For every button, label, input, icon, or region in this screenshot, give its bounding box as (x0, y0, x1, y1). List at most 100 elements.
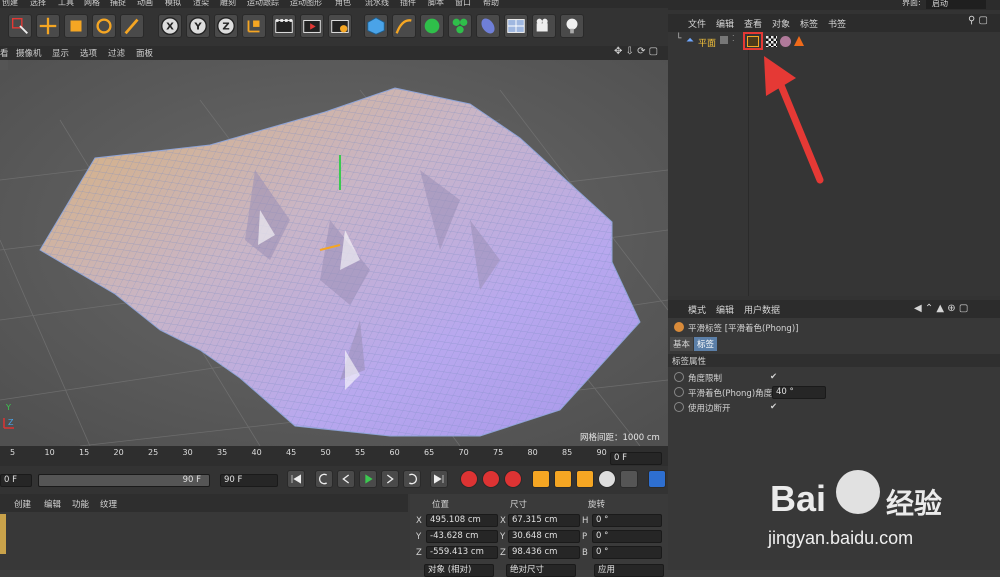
menu-plugins[interactable]: 插件 (400, 0, 416, 8)
menu-simulate[interactable]: 模拟 (165, 0, 181, 8)
record-pla-icon[interactable] (620, 470, 638, 488)
size-mode-dropdown[interactable]: 绝对尺寸 (506, 564, 576, 577)
coordinate-system-icon[interactable] (242, 14, 266, 38)
tab-basic[interactable]: 基本 (670, 337, 694, 351)
am-menu-userdata[interactable]: 用户数据 (744, 303, 780, 316)
vp-menu-cameras[interactable]: 摄像机 (16, 47, 42, 59)
object-name[interactable]: 平面 (698, 36, 716, 49)
record-icon[interactable] (460, 470, 478, 488)
rotation-field[interactable]: 0 ° (592, 514, 662, 527)
keyframe-selection-icon[interactable] (504, 470, 522, 488)
move-icon[interactable] (36, 14, 60, 38)
goto-start-icon[interactable] (287, 470, 305, 488)
property-anim-dot-icon[interactable] (674, 372, 684, 382)
record-parameter-icon[interactable] (598, 470, 616, 488)
end-frame-field[interactable]: 90 F (220, 474, 278, 487)
material-swatch[interactable] (0, 514, 6, 554)
menu-window[interactable]: 窗口 (455, 0, 471, 8)
menu-snap[interactable]: 捕捉 (110, 0, 126, 8)
vp-menu-filter[interactable]: 过滤 (108, 47, 125, 59)
cube-icon[interactable] (364, 14, 388, 38)
rotation-field[interactable]: 0 ° (592, 530, 662, 543)
pen-spline-icon[interactable] (392, 14, 416, 38)
menu-script[interactable]: 脚本 (428, 0, 444, 8)
size-field[interactable]: 30.648 cm (508, 530, 580, 543)
om-menu-tags[interactable]: 标签 (800, 17, 818, 30)
z-axis-icon[interactable]: Z (214, 14, 238, 38)
start-frame-field[interactable]: 0 F (0, 474, 32, 487)
menu-select[interactable]: 选择 (30, 0, 46, 8)
phong-tag-icon[interactable] (747, 36, 759, 47)
floor-icon[interactable] (504, 14, 528, 38)
checker-tag-icon[interactable] (766, 36, 777, 47)
menu-character[interactable]: 角色 (335, 0, 351, 8)
apply-button[interactable]: 应用 (594, 564, 664, 577)
light-icon[interactable] (560, 14, 584, 38)
menu-pipeline[interactable]: 流水线 (365, 0, 389, 8)
menu-mograph[interactable]: 运动图形 (290, 0, 322, 8)
scale-icon[interactable] (64, 14, 88, 38)
position-field[interactable]: -43.628 cm (426, 530, 498, 543)
om-menu-edit[interactable]: 编辑 (716, 17, 734, 30)
rotation-field[interactable]: 0 ° (592, 546, 662, 559)
mat-menu-create[interactable]: 创建 (14, 498, 31, 510)
render-settings-icon[interactable] (328, 14, 352, 38)
preview-range-slider[interactable]: 90 F (38, 474, 210, 487)
menu-help[interactable]: 帮助 (483, 0, 499, 8)
render-picture-viewer-icon[interactable] (300, 14, 324, 38)
menu-render[interactable]: 渲染 (193, 0, 209, 8)
visibility-dots-icon[interactable]: ⁚ (732, 34, 735, 43)
live-select-icon[interactable] (8, 14, 32, 38)
prev-key-icon[interactable] (315, 470, 333, 488)
size-field[interactable]: 98.436 cm (508, 546, 580, 559)
auto-key-icon[interactable] (482, 470, 500, 488)
next-key-icon[interactable] (403, 470, 421, 488)
current-frame-field[interactable]: 0 F (610, 452, 662, 465)
goto-end-icon[interactable] (430, 470, 448, 488)
subdivision-icon[interactable] (420, 14, 444, 38)
om-menu-bookmarks[interactable]: 书签 (828, 17, 846, 30)
property-number-field[interactable]: 40 ° (772, 386, 826, 399)
mat-menu-texture[interactable]: 纹理 (100, 498, 117, 510)
tab-tag[interactable]: 标签 (694, 337, 718, 351)
object-row-plane[interactable]: └ ⏶ 平面 ⁚ (676, 32, 996, 50)
property-anim-dot-icon[interactable] (674, 387, 684, 397)
vp-menu-view[interactable]: 看 (0, 47, 9, 59)
vp-menu-options[interactable]: 选项 (80, 47, 97, 59)
menu-create[interactable]: 创建 (2, 0, 18, 8)
om-menu-view[interactable]: 查看 (744, 17, 762, 30)
viewport-nav-icons[interactable]: ✥ ⇩ ⟳ ▢ (614, 46, 658, 57)
3d-viewport[interactable]: Y Z 网格间距：1000 cm (0, 60, 668, 446)
prev-frame-icon[interactable] (337, 470, 355, 488)
menu-motion-tracking[interactable]: 运动跟踪 (247, 0, 279, 8)
camera-icon[interactable] (532, 14, 556, 38)
menu-sculpt[interactable]: 雕刻 (220, 0, 236, 8)
menu-mesh[interactable]: 网格 (84, 0, 100, 8)
warning-tag-icon[interactable] (794, 36, 804, 46)
timeline-window-icon[interactable] (648, 470, 666, 488)
render-view-icon[interactable] (272, 14, 296, 38)
mat-menu-edit[interactable]: 编辑 (44, 498, 61, 510)
am-menu-mode[interactable]: 模式 (688, 303, 706, 316)
x-axis-icon[interactable]: X (158, 14, 182, 38)
menu-animate[interactable]: 动画 (137, 0, 153, 8)
cloner-icon[interactable] (448, 14, 472, 38)
property-anim-dot-icon[interactable] (674, 402, 684, 412)
am-nav-icons[interactable]: ◀ ⌃ ▲ ⊕ ▢ (914, 303, 968, 314)
property-checkbox[interactable]: ✔ (770, 402, 777, 412)
next-frame-icon[interactable] (381, 470, 399, 488)
position-field[interactable]: 495.108 cm (426, 514, 498, 527)
deformer-icon[interactable] (476, 14, 500, 38)
om-menu-objects[interactable]: 对象 (772, 17, 790, 30)
timeline-ruler[interactable]: 5 10 15 20 25 30 35 40 45 50 55 60 65 70 75 80 85 90 (0, 446, 668, 466)
vp-menu-display[interactable]: 显示 (52, 47, 69, 59)
record-position-icon[interactable] (532, 470, 550, 488)
om-menu-file[interactable]: 文件 (688, 17, 706, 30)
recent-tools-icon[interactable] (120, 14, 144, 38)
y-axis-icon[interactable]: Y (186, 14, 210, 38)
layout-dropdown[interactable]: 启动 (926, 0, 986, 9)
record-scale-icon[interactable] (554, 470, 572, 488)
mat-menu-function[interactable]: 功能 (72, 498, 89, 510)
property-checkbox[interactable]: ✔ (770, 372, 777, 382)
rotate-icon[interactable] (92, 14, 116, 38)
